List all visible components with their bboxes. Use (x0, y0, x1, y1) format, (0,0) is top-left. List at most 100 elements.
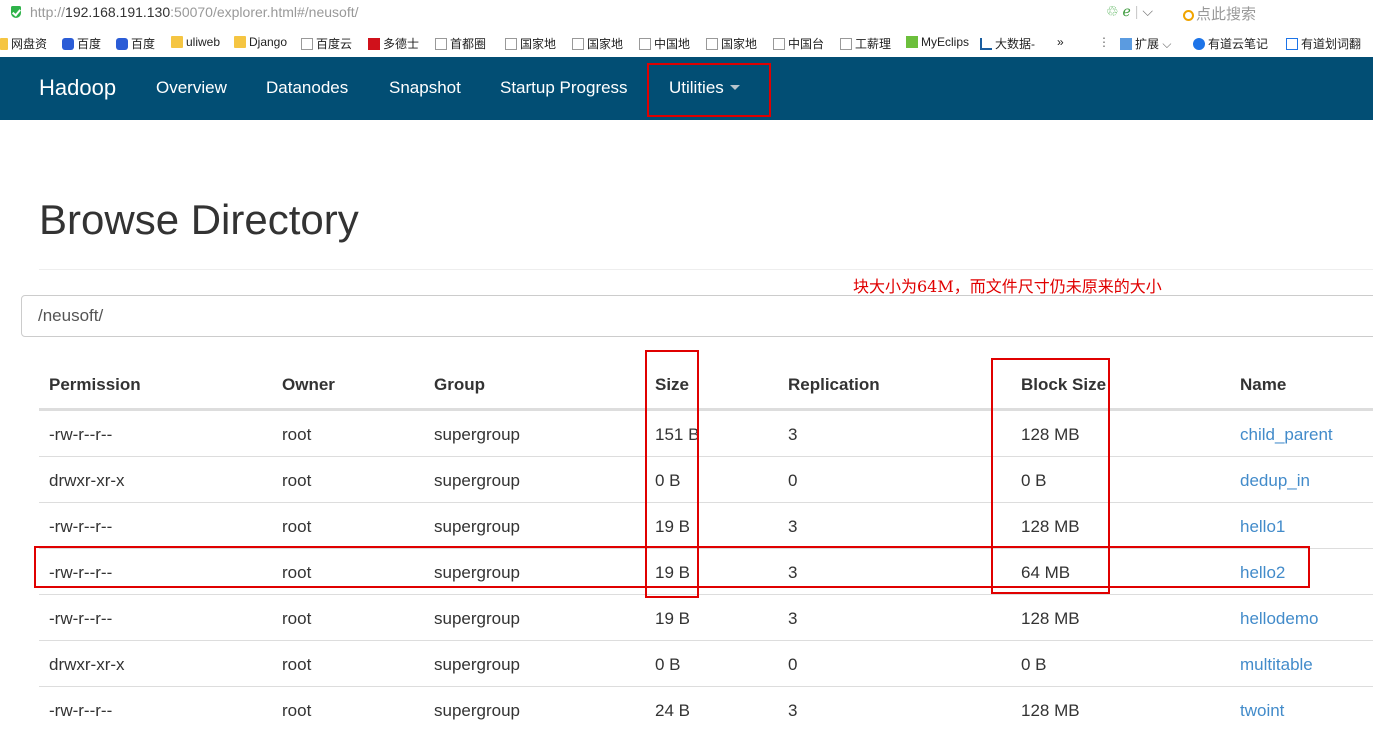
cell-permission: drwxr-xr-x (49, 655, 125, 674)
bookmark-item[interactable]: 中国台 (773, 35, 824, 52)
table-row: -rw-r--r-- root supergroup 151 B 3 128 M… (39, 410, 1373, 457)
table-row: drwxr-xr-x root supergroup 0 B 0 0 B mul… (39, 640, 1373, 687)
bookmark-item[interactable]: 多德士 (368, 35, 419, 52)
file-link[interactable]: hello1 (1240, 517, 1285, 537)
bookmark-item[interactable]: 百度 (116, 35, 155, 52)
cell-owner: root (282, 425, 312, 444)
directory-link[interactable]: dedup_in (1240, 471, 1310, 491)
table-row: -rw-r--r-- root supergroup 19 B 3 128 MB… (39, 502, 1373, 549)
cell-block-size: 128 MB (1021, 609, 1080, 628)
column-header-replication[interactable]: Replication (788, 375, 880, 395)
file-link[interactable]: hellodemo (1240, 609, 1318, 629)
bookmark-item[interactable]: uliweb (171, 35, 220, 49)
baidu-paw-icon (116, 38, 128, 50)
bookmarks-overflow[interactable]: » (1057, 35, 1064, 49)
bookmark-item[interactable]: 有道划词翻 (1286, 35, 1361, 52)
nav-overview[interactable]: Overview (156, 78, 227, 98)
directory-path-input[interactable] (21, 295, 1373, 337)
cell-replication: 3 (788, 701, 798, 720)
nav-datanodes[interactable]: Datanodes (266, 78, 348, 98)
secure-shield-icon (11, 6, 21, 18)
title-divider (39, 269, 1373, 270)
bookmarks-bar: 网盘资 百度 百度 uliweb Django 百度云 多德士 首都圈 国家地 … (0, 30, 1373, 56)
cell-permission: -rw-r--r-- (49, 701, 113, 720)
nav-startup-progress[interactable]: Startup Progress (500, 78, 628, 98)
cell-size: 24 B (655, 701, 690, 720)
youdao-translate-icon (1286, 38, 1298, 50)
myeclipse-icon (906, 36, 918, 48)
cell-group: supergroup (434, 655, 521, 674)
cell-group: supergroup (434, 701, 521, 720)
cell-size: 0 B (655, 655, 681, 674)
bookmark-item[interactable]: 国家地 (505, 35, 556, 52)
bookmark-item[interactable]: 有道云笔记 (1193, 35, 1268, 52)
url-actions[interactable]: ♲ ℯ | ⌵ (1106, 3, 1153, 20)
bookmark-item[interactable]: 网盘资 (0, 35, 47, 52)
bookmark-item[interactable]: MyEclips (906, 35, 969, 49)
bookmark-item[interactable]: 国家地 (572, 35, 623, 52)
ie-icon[interactable]: ℯ (1122, 3, 1130, 19)
page-icon (639, 38, 651, 50)
column-header-owner[interactable]: Owner (282, 375, 335, 395)
highlight-box-utilities (647, 63, 771, 117)
search-icon (1183, 10, 1194, 21)
bookmark-item[interactable]: 大数据- (980, 35, 1035, 52)
column-header-name[interactable]: Name (1240, 375, 1286, 395)
table-row: -rw-r--r-- root supergroup 24 B 3 128 MB… (39, 686, 1373, 733)
page-icon (773, 38, 785, 50)
cell-permission: -rw-r--r-- (49, 517, 113, 536)
file-link[interactable]: twoint (1240, 701, 1284, 721)
bookmark-item[interactable]: 百度云 (301, 35, 352, 52)
address-bar[interactable]: http://192.168.191.130:50070/explorer.ht… (0, 0, 1373, 27)
cell-permission: -rw-r--r-- (49, 609, 113, 628)
bookmark-item[interactable]: 首都圈 (435, 35, 486, 52)
annotation-note: 块大小为64M，而文件尺寸仍未原来的大小 (853, 277, 1162, 296)
nav-snapshot[interactable]: Snapshot (389, 78, 461, 98)
cell-owner: root (282, 517, 312, 536)
bookmark-item[interactable]: 国家地 (706, 35, 757, 52)
search-box[interactable]: 点此搜索 (1183, 3, 1256, 24)
url-text[interactable]: http://192.168.191.130:50070/explorer.ht… (30, 4, 358, 20)
grid-icon (1120, 38, 1132, 50)
cell-permission: drwxr-xr-x (49, 471, 125, 490)
table-row: -rw-r--r-- root supergroup 19 B 3 128 MB… (39, 594, 1373, 641)
youdao-note-icon (1193, 38, 1205, 50)
cell-block-size: 0 B (1021, 655, 1047, 674)
table-row: drwxr-xr-x root supergroup 0 B 0 0 B ded… (39, 456, 1373, 503)
bookmark-item[interactable]: 百度 (62, 35, 101, 52)
cell-block-size: 128 MB (1021, 701, 1080, 720)
menu-dots-icon[interactable]: ⋮ (1098, 35, 1110, 49)
column-header-group[interactable]: Group (434, 375, 485, 395)
folder-icon (0, 38, 8, 50)
bookmark-item[interactable]: 工薪理 (840, 35, 891, 52)
page-icon (706, 38, 718, 50)
page-icon (505, 38, 517, 50)
bookmark-item[interactable]: 中国地 (639, 35, 690, 52)
refresh-icon[interactable]: ♲ (1106, 3, 1119, 19)
file-link[interactable]: child_parent (1240, 425, 1333, 445)
column-header-permission[interactable]: Permission (49, 375, 141, 395)
jd-icon (368, 38, 380, 50)
page-icon (435, 38, 447, 50)
extensions-button[interactable]: 扩展 ⌵ (1120, 35, 1171, 52)
cell-owner: root (282, 471, 312, 490)
cell-replication: 0 (788, 471, 798, 490)
cell-owner: root (282, 701, 312, 720)
navbar-brand[interactable]: Hadoop (39, 75, 116, 101)
cell-group: supergroup (434, 609, 521, 628)
cell-group: supergroup (434, 471, 521, 490)
cell-owner: root (282, 655, 312, 674)
page-icon (840, 38, 852, 50)
page-icon (301, 38, 313, 50)
cell-replication: 3 (788, 609, 798, 628)
highlight-box-hello2-row (34, 546, 1310, 588)
chevron-down-icon[interactable]: ⌵ (1142, 3, 1153, 19)
bookmark-item[interactable]: Django (234, 35, 287, 49)
cell-group: supergroup (434, 425, 521, 444)
cell-replication: 0 (788, 655, 798, 674)
baidu-paw-icon (62, 38, 74, 50)
folder-icon (171, 36, 183, 48)
cell-size: 19 B (655, 609, 690, 628)
directory-link[interactable]: multitable (1240, 655, 1313, 675)
cell-owner: root (282, 609, 312, 628)
